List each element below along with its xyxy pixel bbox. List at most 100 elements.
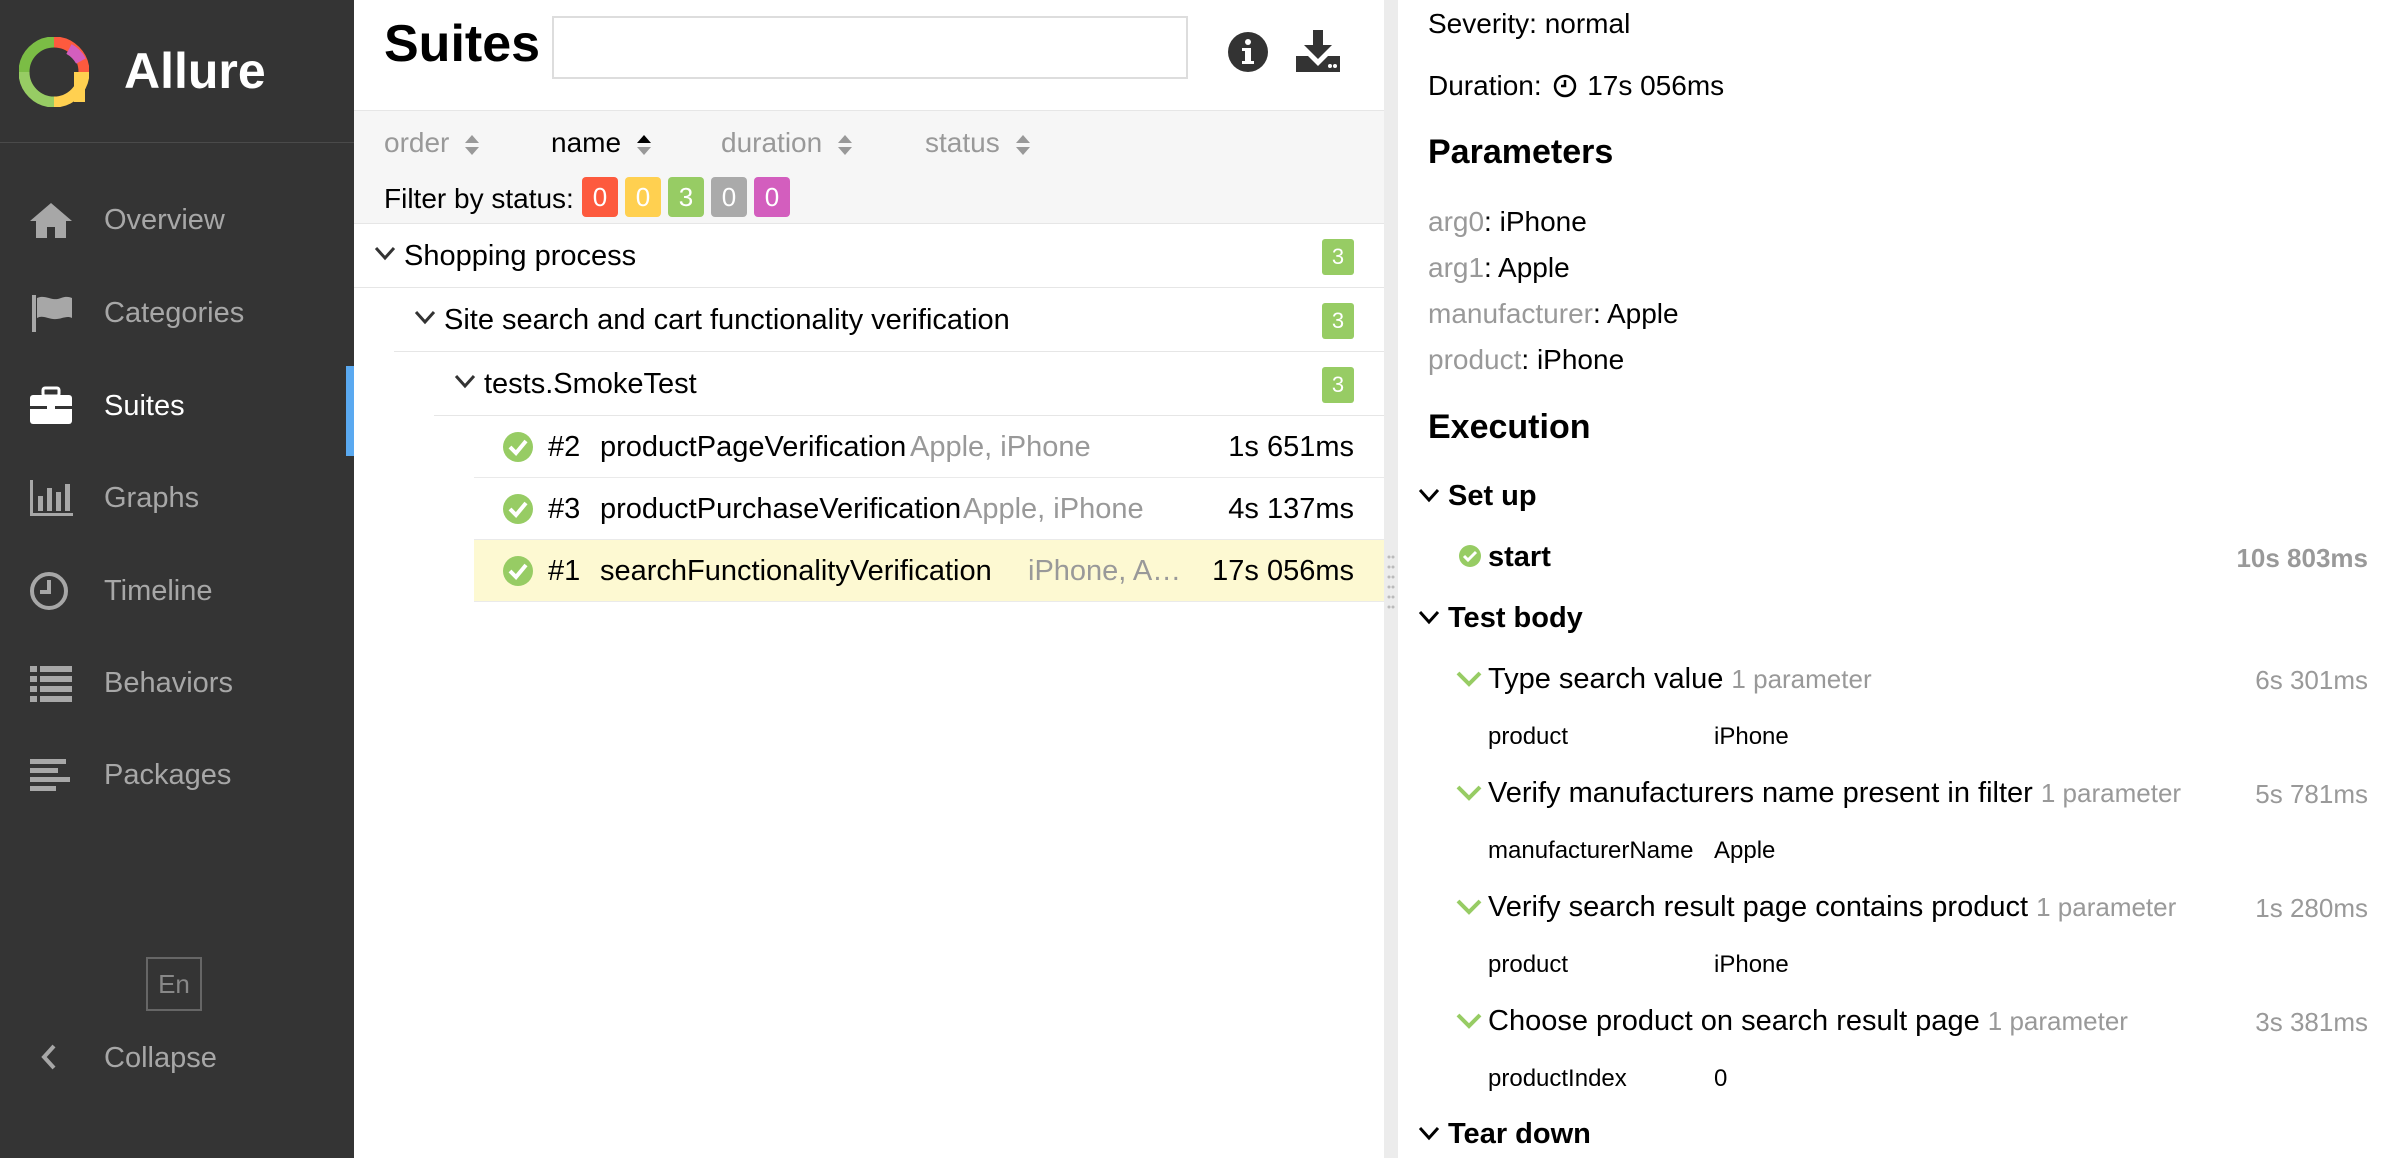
suite-group-name: tests.SmokeTest [484,368,697,400]
step-param-key: manufacturerName [1488,837,1694,864]
sidebar-item-label: Categories [104,297,245,329]
suite-group-row[interactable]: Site search and cart functionality verif… [394,288,1384,352]
sort-label: order [384,127,450,158]
chevron-left-icon[interactable] [34,1042,64,1072]
search-input[interactable] [552,16,1188,79]
sort-arrows-icon [838,134,853,155]
suite-group-row[interactable]: tests.SmokeTest 3 [434,352,1384,416]
chevron-down-icon[interactable] [1456,670,1482,688]
chevron-down-icon[interactable] [1418,1126,1440,1142]
sort-arrows-icon [465,134,480,155]
test-row-selected[interactable]: #1 searchFunctionalityVerification iPhon… [474,540,1384,602]
sidebar-item-packages[interactable]: Packages [0,737,354,815]
filter-skipped-badge[interactable]: 0 [711,177,747,217]
filter-broken-badge[interactable]: 0 [625,177,661,217]
filter-unknown-badge[interactable]: 0 [754,177,790,217]
sort-order[interactable]: order [384,127,481,159]
chevron-down-icon[interactable] [1456,1012,1482,1030]
parameter-value: : iPhone [1484,206,1587,237]
parameter-key: arg1 [1428,252,1485,283]
test-body-section[interactable]: Test body [1448,602,1583,635]
step-title[interactable]: Type search value 1 parameter [1488,663,1872,696]
parameter-value: : iPhone [1521,344,1625,375]
setup-step-start[interactable]: start [1488,541,1551,574]
sort-arrows-icon [1015,134,1030,155]
step-duration: 1s 280ms [2255,893,2368,923]
step-duration: 5s 781ms [2255,779,2368,809]
clock-icon [1554,74,1577,98]
step-param-key: product [1488,723,1569,750]
download-icon[interactable] [1294,28,1342,74]
test-duration: 17s 056ms [1212,555,1354,587]
test-name: searchFunctionalityVerification [600,555,992,587]
duration-value: 17s 056ms [1587,70,1725,101]
check-circle-icon [503,432,533,462]
language-button[interactable]: En [146,957,202,1011]
collapse-button[interactable]: Collapse [104,1042,217,1075]
flag-icon [32,295,72,332]
teardown-section[interactable]: Tear down [1448,1118,1591,1151]
check-circle-icon [503,556,533,586]
filter-passed-badge[interactable]: 3 [668,177,704,217]
sidebar: Allure Overview Categories Suites Graphs… [0,0,354,1158]
sidebar-item-graphs[interactable]: Graphs [0,460,354,538]
step-param-value: 0 [1714,1065,1728,1092]
test-row[interactable]: #2 productPageVerification Apple, iPhone… [474,416,1384,478]
step-param-key: product [1488,951,1569,978]
sidebar-item-categories[interactable]: Categories [0,275,354,353]
chevron-down-icon[interactable] [1418,488,1440,504]
parameters-heading: Parameters [1428,133,1614,171]
test-name: productPageVerification [600,431,907,463]
sort-duration[interactable]: duration [721,127,854,159]
home-icon [30,203,72,238]
step-title[interactable]: Verify search result page contains produ… [1488,891,2176,924]
sidebar-item-label: Packages [104,759,232,791]
step-param-note: 1 parameter [2040,778,2182,808]
suite-group-row[interactable]: Shopping process 3 [354,224,1384,288]
step-param-note: 1 parameter [1987,1006,2128,1036]
parameter-key: manufacturer [1428,298,1593,329]
sidebar-item-label: Behaviors [104,667,233,699]
info-icon[interactable] [1226,30,1270,74]
drag-handle-icon[interactable] [1386,552,1396,612]
sort-name[interactable]: name [551,127,653,159]
step-name: Choose product on search result page [1488,1005,1980,1037]
parameter-row: arg1: Apple [1428,252,1570,284]
test-details-pane: Severity: normal Duration: 17s 056ms Par… [1398,0,2404,1158]
chevron-down-icon [374,246,396,261]
step-param-note: 1 parameter [2036,892,2177,922]
parameter-row: arg0: iPhone [1428,206,1587,238]
chevron-down-icon[interactable] [1418,610,1440,626]
allure-logo-icon [19,37,89,107]
sort-status[interactable]: status [925,127,1032,159]
list-icon [30,666,72,702]
step-title[interactable]: Choose product on search result page 1 p… [1488,1005,2128,1038]
filter-failed-badge[interactable]: 0 [582,177,618,217]
step-name: Verify manufacturers name present in fil… [1488,777,2033,809]
parameter-value: : Apple [1592,298,1679,329]
brand[interactable]: Allure [0,0,354,143]
step-title[interactable]: Verify manufacturers name present in fil… [1488,777,2181,810]
sidebar-item-behaviors[interactable]: Behaviors [0,645,354,723]
test-duration: 1s 651ms [1228,431,1354,463]
step-param-key: productIndex [1488,1065,1627,1092]
parameter-key: product [1428,344,1522,375]
parameter-value: : Apple [1484,252,1570,283]
briefcase-icon [30,386,72,424]
sidebar-item-timeline[interactable]: Timeline [0,553,354,631]
chevron-down-icon[interactable] [1456,784,1482,802]
test-number: #3 [548,493,581,525]
test-row[interactable]: #3 productPurchaseVerification Apple, iP… [474,478,1384,540]
duration: Duration: 17s 056ms [1428,70,1724,102]
setup-section[interactable]: Set up [1448,480,1537,513]
sidebar-item-overview[interactable]: Overview [0,182,354,260]
check-circle-icon [503,494,533,524]
sort-ascending-icon [637,134,652,155]
test-duration: 4s 137ms [1228,493,1354,525]
setup-step-duration: 10s 803ms [2236,543,2368,573]
chevron-down-icon[interactable] [1456,898,1482,916]
passed-count-badge: 3 [1322,367,1354,403]
sidebar-item-suites[interactable]: Suites [0,366,354,456]
test-params: iPhone, A… [1028,555,1178,587]
execution-heading: Execution [1428,408,1591,446]
